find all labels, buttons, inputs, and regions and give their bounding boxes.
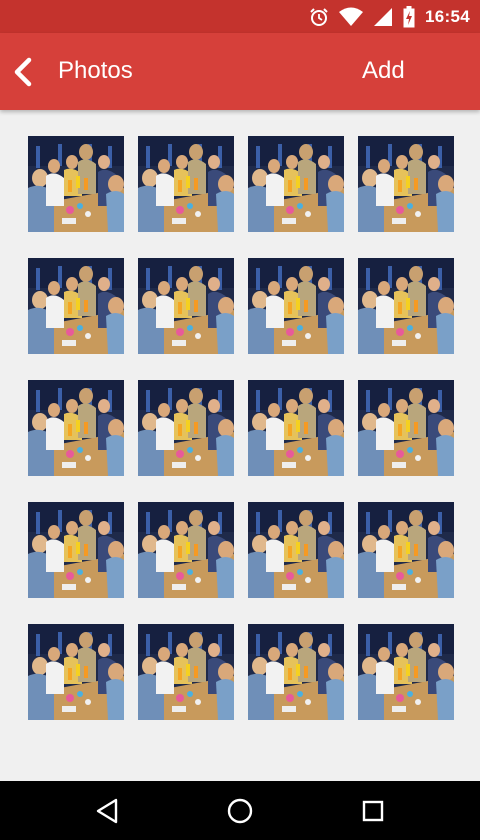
photo-thumbnail[interactable] bbox=[248, 136, 344, 232]
app-bar: Photos Add bbox=[0, 33, 480, 110]
status-time: 16:54 bbox=[425, 6, 470, 26]
signal-icon bbox=[373, 7, 393, 27]
photo-thumbnail[interactable] bbox=[358, 136, 454, 232]
photo-thumbnail[interactable] bbox=[248, 624, 344, 720]
photo-thumbnail[interactable] bbox=[138, 136, 234, 232]
wifi-icon bbox=[339, 7, 364, 27]
photo-thumbnail[interactable] bbox=[248, 380, 344, 476]
photo-thumbnail[interactable] bbox=[28, 258, 124, 354]
back-triangle-icon bbox=[96, 798, 118, 824]
status-bar: 16:54 bbox=[0, 0, 480, 33]
back-button[interactable] bbox=[4, 53, 42, 91]
photo-thumbnail[interactable] bbox=[28, 502, 124, 598]
photo-thumbnail[interactable] bbox=[358, 380, 454, 476]
photo-thumbnail[interactable] bbox=[248, 258, 344, 354]
add-button[interactable]: Add bbox=[362, 57, 405, 85]
page-title: Photos bbox=[58, 57, 133, 84]
photo-thumbnail[interactable] bbox=[28, 136, 124, 232]
home-circle-icon bbox=[227, 798, 253, 824]
photo-thumbnail[interactable] bbox=[138, 258, 234, 354]
nav-recents-button[interactable] bbox=[358, 796, 388, 826]
photo-thumbnail[interactable] bbox=[138, 380, 234, 476]
photo-thumbnail[interactable] bbox=[138, 502, 234, 598]
recents-square-icon bbox=[362, 800, 384, 822]
photo-thumbnail[interactable] bbox=[358, 258, 454, 354]
photo-thumbnail[interactable] bbox=[358, 502, 454, 598]
photo-grid bbox=[28, 136, 454, 720]
photo-thumbnail[interactable] bbox=[138, 624, 234, 720]
nav-home-button[interactable] bbox=[225, 796, 255, 826]
battery-charging-icon bbox=[403, 5, 415, 28]
photo-thumbnail[interactable] bbox=[248, 502, 344, 598]
photo-thumbnail[interactable] bbox=[28, 380, 124, 476]
navigation-bar bbox=[0, 781, 480, 840]
chevron-left-icon bbox=[14, 57, 32, 87]
nav-back-button[interactable] bbox=[92, 796, 122, 826]
photo-thumbnail[interactable] bbox=[28, 624, 124, 720]
alarm-icon bbox=[309, 7, 329, 27]
photo-thumbnail[interactable] bbox=[358, 624, 454, 720]
